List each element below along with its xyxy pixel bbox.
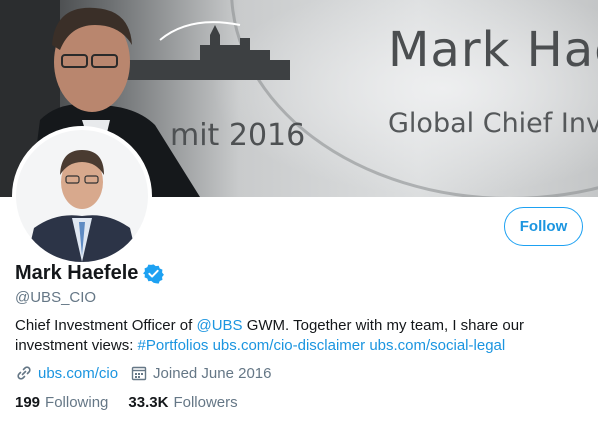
- calendar-icon: [130, 364, 148, 382]
- bio-mention-link[interactable]: @UBS: [196, 317, 242, 334]
- followers-stat[interactable]: 33.3K Followers: [128, 394, 237, 411]
- profile-name-row: Mark Haefele: [15, 262, 165, 285]
- bio-legal-link[interactable]: ubs.com/social-legal: [369, 337, 505, 354]
- avatar[interactable]: [12, 126, 152, 266]
- profile-meta: ubs.com/cio Joined June 2016: [15, 364, 271, 382]
- display-name[interactable]: Mark Haefele: [15, 262, 138, 285]
- banner-title-text: Global Chief Investment Officer: [388, 108, 598, 139]
- profile-stats: 199 Following 33.3K Followers: [15, 394, 258, 411]
- bio-hashtag-link[interactable]: #Portfolios: [138, 337, 209, 354]
- profile-bio: Chief Investment Officer of @UBS GWM. To…: [15, 316, 585, 356]
- following-count: 199: [15, 394, 41, 411]
- joined-date: Joined June 2016: [153, 364, 272, 382]
- follow-button[interactable]: Follow: [504, 207, 583, 246]
- followers-label: Followers: [173, 394, 238, 411]
- banner-name-text: Mark Haefele: [388, 22, 598, 78]
- link-icon: [15, 364, 33, 382]
- bio-text: Chief Investment Officer of: [15, 317, 197, 334]
- following-stat[interactable]: 199 Following: [15, 394, 108, 411]
- website-link[interactable]: ubs.com/cio: [38, 365, 118, 382]
- bio-disclaimer-link[interactable]: ubs.com/cio-disclaimer: [213, 337, 366, 354]
- verified-badge-icon: [143, 264, 165, 284]
- followers-count: 33.3K: [128, 394, 169, 411]
- following-label: Following: [45, 394, 109, 411]
- profile-handle[interactable]: @UBS_CIO: [15, 289, 96, 306]
- avatar-photo: [16, 130, 148, 262]
